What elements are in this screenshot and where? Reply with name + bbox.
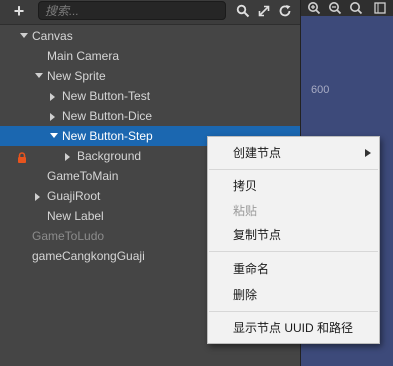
menu-item-label: 粘贴 bbox=[233, 204, 258, 218]
scene-toolbar bbox=[301, 0, 393, 16]
caret-down-icon[interactable] bbox=[35, 66, 45, 86]
menu-item-label: 显示节点 UUID 和路径 bbox=[233, 321, 354, 335]
menu-item-rename[interactable]: 重命名 bbox=[208, 257, 379, 281]
search-box[interactable] bbox=[38, 1, 226, 20]
caret-right-icon[interactable] bbox=[65, 146, 75, 166]
menu-item-show-uuid-path[interactable]: 显示节点 UUID 和路径 bbox=[208, 316, 379, 340]
tree-row-label: Canvas bbox=[32, 29, 73, 43]
menu-item-label: 拷贝 bbox=[233, 179, 258, 193]
tree-row-label: gameCangkongGuaji bbox=[32, 249, 145, 263]
expand-collapse-icon[interactable] bbox=[257, 4, 271, 18]
menu-item-duplicate-node[interactable]: 复制节点 bbox=[208, 223, 379, 247]
caret-down-icon[interactable] bbox=[50, 126, 60, 146]
tree-row-label: GameToMain bbox=[47, 169, 119, 183]
caret-down-icon[interactable] bbox=[20, 26, 30, 46]
menu-item-copy[interactable]: 拷贝 bbox=[208, 174, 379, 198]
menu-separator bbox=[209, 169, 378, 170]
menu-item-paste[interactable]: 粘贴 bbox=[208, 199, 379, 223]
menu-item-label: 删除 bbox=[233, 288, 258, 302]
caret-right-icon[interactable] bbox=[50, 86, 60, 106]
tree-row-label: New Label bbox=[47, 209, 104, 223]
add-node-button[interactable]: + bbox=[10, 2, 28, 21]
menu-item-label: 复制节点 bbox=[233, 228, 282, 242]
submenu-arrow-icon bbox=[365, 149, 371, 157]
zoom-reset-icon[interactable] bbox=[349, 1, 363, 15]
caret-right-icon[interactable] bbox=[50, 106, 60, 126]
tree-row-label: GameToLudo bbox=[32, 229, 105, 243]
scene-ruler-label: 600 bbox=[311, 84, 330, 96]
context-menu: 创建节点 拷贝 粘贴 复制节点 重命名 删除 显示节点 UUID 和路径 bbox=[207, 136, 380, 344]
hierarchy-toolbar: + bbox=[0, 0, 300, 25]
caret-right-icon[interactable] bbox=[35, 186, 45, 206]
menu-item-delete[interactable]: 删除 bbox=[208, 283, 379, 307]
menu-item-label: 重命名 bbox=[233, 262, 270, 276]
menu-item-label: 创建节点 bbox=[233, 146, 282, 160]
tree-row-label: New Button-Dice bbox=[62, 109, 153, 123]
tree-row[interactable]: Canvas bbox=[0, 26, 300, 46]
tree-row-label: Background bbox=[77, 149, 142, 163]
zoom-out-icon[interactable] bbox=[328, 1, 342, 15]
tree-row-label: New Sprite bbox=[47, 69, 106, 83]
search-icon[interactable] bbox=[236, 4, 250, 18]
search-input[interactable] bbox=[39, 2, 225, 19]
tree-row[interactable]: New Button-Test bbox=[0, 86, 300, 106]
tree-row-label: New Button-Test bbox=[62, 89, 151, 103]
refresh-icon[interactable] bbox=[278, 4, 292, 18]
lock-icon[interactable] bbox=[17, 150, 27, 163]
zoom-in-icon[interactable] bbox=[307, 1, 321, 15]
tree-row[interactable]: Main Camera bbox=[0, 46, 300, 66]
tree-row[interactable]: New Button-Dice bbox=[0, 106, 300, 126]
menu-item-create-node[interactable]: 创建节点 bbox=[208, 141, 379, 165]
frame-icon[interactable] bbox=[373, 1, 387, 15]
tree-row-label: New Button-Step bbox=[62, 129, 153, 143]
tree-row-label: GuajiRoot bbox=[47, 189, 101, 203]
menu-separator bbox=[209, 251, 378, 252]
tree-row[interactable]: New Sprite bbox=[0, 66, 300, 86]
menu-separator bbox=[209, 311, 378, 312]
tree-row-label: Main Camera bbox=[47, 49, 120, 63]
